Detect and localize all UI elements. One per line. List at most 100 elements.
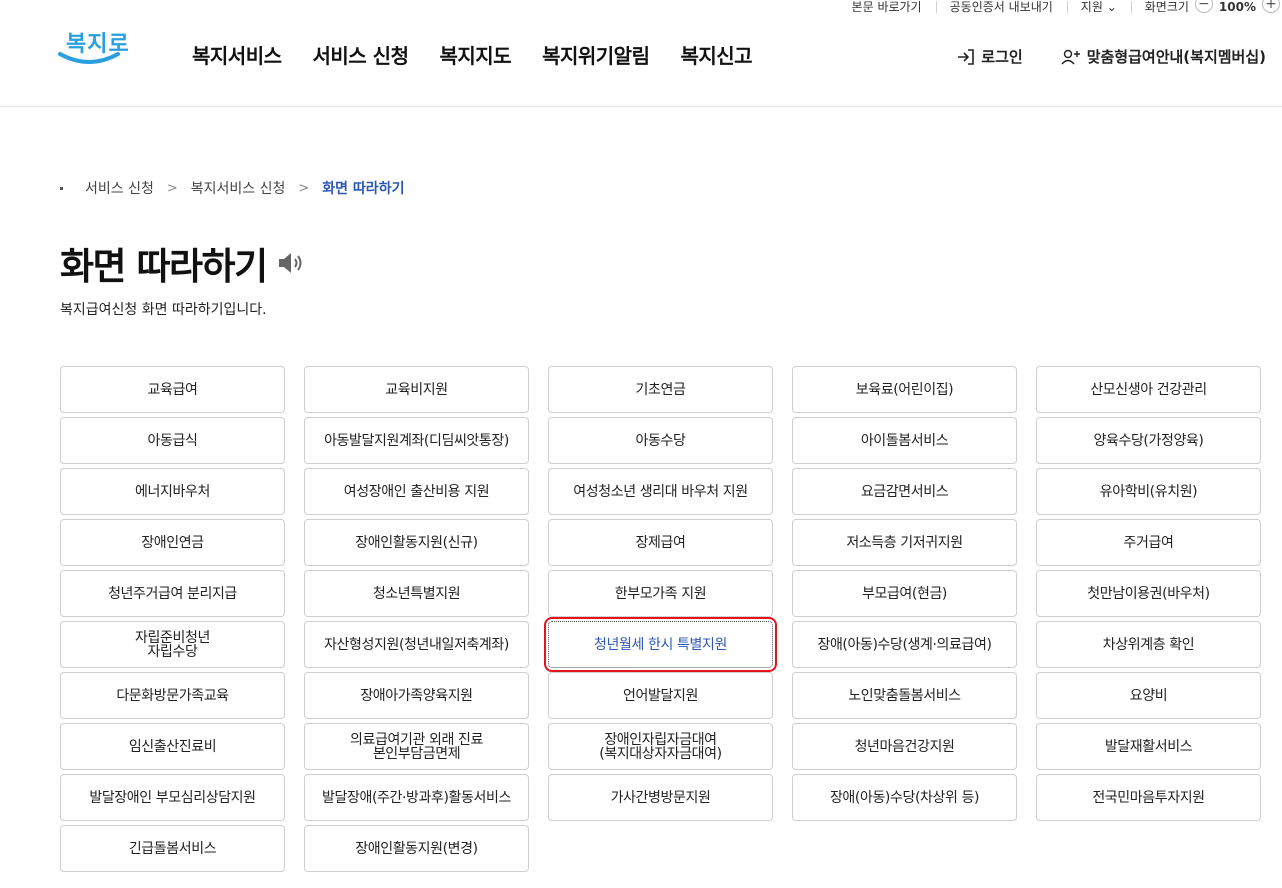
service-button[interactable]: 노인맞춤돌봄서비스 (792, 672, 1017, 719)
service-button[interactable]: 언어발달지원 (548, 672, 773, 719)
service-button[interactable]: 산모신생아 건강관리 (1036, 366, 1261, 413)
service-button-label: 언어발달지원 (623, 687, 698, 704)
service-button[interactable]: 임신출산진료비 (60, 723, 285, 770)
speaker-icon[interactable] (277, 251, 305, 275)
service-button-label: 의료급여기관 외래 진료 본인부담금면제 (350, 731, 483, 762)
service-button-label: 전국민마음투자지원 (1092, 789, 1205, 806)
zoom-in-button[interactable]: + (1262, 0, 1280, 13)
nav-welfare-service[interactable]: 복지서비스 (192, 40, 282, 69)
service-button[interactable]: 전국민마음투자지원 (1036, 774, 1261, 821)
service-button[interactable]: 에너지바우처 (60, 468, 285, 515)
zoom-out-button[interactable]: − (1194, 0, 1213, 13)
service-button-label: 아동수당 (635, 432, 686, 449)
nav-welfare-report[interactable]: 복지신고 (680, 40, 752, 69)
service-button[interactable]: 장애인활동지원(변경) (304, 825, 529, 872)
breadcrumb-separator-icon: > (298, 180, 310, 196)
service-button[interactable]: 아동수당 (548, 417, 773, 464)
service-button[interactable]: 자립준비청년 자립수당 (60, 621, 285, 668)
service-button-label: 요금감면서비스 (860, 483, 949, 500)
service-button-label: 자립준비청년 자립수당 (135, 629, 210, 660)
service-button[interactable]: 차상위계층 확인 (1036, 621, 1261, 668)
service-button-label: 청년주거급여 분리지급 (108, 585, 237, 602)
service-button-label: 장애인자립자금대여 (복지대상자자금대여) (599, 731, 722, 762)
service-button-label: 교육비지원 (385, 381, 448, 398)
breadcrumb-separator-icon: > (166, 180, 178, 196)
service-button[interactable]: 아동급식 (60, 417, 285, 464)
breadcrumb-item-welfare-apply[interactable]: 복지서비스 신청 (191, 178, 286, 198)
nav-service-apply[interactable]: 서비스 신청 (313, 40, 409, 69)
service-button[interactable]: 요양비 (1036, 672, 1261, 719)
breadcrumb-item-current: 화면 따라하기 (322, 181, 405, 197)
service-button[interactable]: 발달장애(주간·방과후)활동서비스 (304, 774, 529, 821)
service-button-label: 장제급여 (635, 534, 686, 551)
service-button[interactable]: 장애아가족양육지원 (304, 672, 529, 719)
service-button[interactable]: 발달장애인 부모심리상담지원 (60, 774, 285, 821)
service-button-label: 기초연금 (635, 381, 686, 398)
service-button[interactable]: 장애인연금 (60, 519, 285, 566)
service-button[interactable]: 장애인자립자금대여 (복지대상자자금대여) (548, 723, 773, 770)
skip-to-content-link[interactable]: 본문 바로가기 (838, 0, 936, 14)
service-button-label: 장애인활동지원(변경) (355, 840, 478, 857)
service-button[interactable]: 한부모가족 지원 (548, 570, 773, 617)
service-button[interactable]: 주거급여 (1036, 519, 1261, 566)
service-button[interactable]: 교육비지원 (304, 366, 529, 413)
service-button[interactable]: 부모급여(현금) (792, 570, 1017, 617)
service-button-label: 자산형성지원(청년내일저축계좌) (324, 636, 509, 653)
service-button-label: 주거급여 (1123, 534, 1174, 551)
service-button-label: 부모급여(현금) (861, 585, 947, 602)
service-button-label: 장애아가족양육지원 (360, 687, 473, 704)
service-button[interactable]: 여성청소년 생리대 바우처 지원 (548, 468, 773, 515)
nav-welfare-map[interactable]: 복지지도 (439, 40, 511, 69)
service-button[interactable]: 장제급여 (548, 519, 773, 566)
service-button[interactable]: 청년월세 한시 특별지원 (544, 617, 777, 672)
login-label: 로그인 (981, 48, 1023, 66)
service-button-label: 장애(아동)수당(생계·의료급여) (817, 636, 992, 653)
service-button-label: 아이돌봄서비스 (860, 432, 949, 449)
login-link[interactable]: 로그인 (957, 46, 1023, 67)
nav-crisis-alert[interactable]: 복지위기알림 (542, 40, 650, 69)
support-dropdown[interactable]: 지원 ⌄ (1066, 0, 1131, 14)
service-button[interactable]: 보육료(어린이집) (792, 366, 1017, 413)
login-icon (958, 48, 975, 65)
service-button[interactable]: 유아학비(유치원) (1036, 468, 1261, 515)
service-button[interactable]: 아이돌봄서비스 (792, 417, 1017, 464)
service-grid: 교육급여 교육비지원 기초연금 보육료(어린이집) 산모신생아 건강관리아동급식 아동발달… (60, 366, 1261, 872)
service-button[interactable]: 기초연금 (548, 366, 773, 413)
service-button-label: 장애(아동)수당(차상위 등) (829, 789, 980, 806)
service-button[interactable]: 청년주거급여 분리지급 (60, 570, 285, 617)
header-actions: 로그인 맞춤형급여안내(복지멤버십) (957, 46, 1266, 67)
export-certificate-link[interactable]: 공동인증서 내보내기 (935, 0, 1067, 14)
service-button[interactable]: 발달재활서비스 (1036, 723, 1261, 770)
service-button[interactable]: 저소득층 기저귀지원 (792, 519, 1017, 566)
service-button[interactable]: 가사간병방문지원 (548, 774, 773, 821)
service-button[interactable]: 장애(아동)수당(생계·의료급여) (792, 621, 1017, 668)
logo-smile-icon (58, 52, 120, 64)
service-button[interactable]: 청년마음건강지원 (792, 723, 1017, 770)
service-button[interactable]: 다문화방문가족교육 (60, 672, 285, 719)
service-button[interactable]: 장애(아동)수당(차상위 등) (792, 774, 1017, 821)
service-button[interactable]: 여성장애인 출산비용 지원 (304, 468, 529, 515)
service-button[interactable]: 요금감면서비스 (792, 468, 1017, 515)
service-button[interactable]: 장애인활동지원(신규) (304, 519, 529, 566)
service-button[interactable]: 청소년특별지원 (304, 570, 529, 617)
custom-benefit-link[interactable]: 맞춤형급여안내(복지멤버십) (1061, 46, 1266, 67)
service-button-label: 에너지바우처 (135, 483, 210, 500)
service-button-label: 임신출산진료비 (128, 738, 217, 755)
service-button[interactable]: 첫만남이용권(바우처) (1036, 570, 1261, 617)
service-button-label: 여성장애인 출산비용 지원 (343, 483, 490, 500)
service-button[interactable]: 교육급여 (60, 366, 285, 413)
user-plus-icon (1061, 49, 1080, 64)
bokjiro-logo[interactable]: 복지로 (58, 26, 129, 78)
service-button[interactable]: 자산형성지원(청년내일저축계좌) (304, 621, 529, 668)
breadcrumb-bullet-icon (60, 186, 63, 190)
service-button[interactable]: 양육수당(가정양육) (1036, 417, 1261, 464)
service-button-label: 첫만남이용권(바우처) (1087, 585, 1210, 602)
service-button[interactable]: 의료급여기관 외래 진료 본인부담금면제 (304, 723, 529, 770)
service-button-label: 긴급돌봄서비스 (128, 840, 217, 857)
breadcrumb-item-service-apply[interactable]: 서비스 신청 (85, 178, 154, 198)
service-button-label: 요양비 (1129, 687, 1168, 704)
service-button-label: 가사간병방문지원 (610, 789, 711, 806)
zoom-control: 화면크기 − 100% + (1130, 0, 1282, 14)
service-button[interactable]: 아동발달지원계좌(디딤씨앗통장) (304, 417, 529, 464)
service-button[interactable]: 긴급돌봄서비스 (60, 825, 285, 872)
